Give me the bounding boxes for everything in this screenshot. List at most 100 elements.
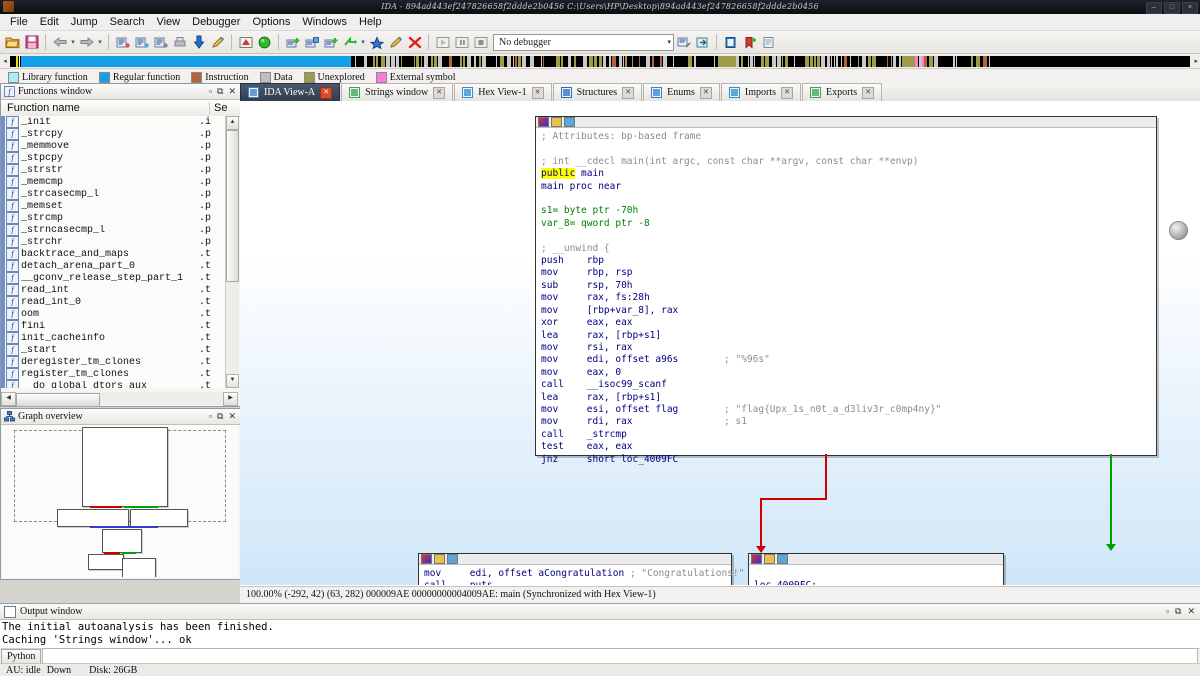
run-to-icon[interactable] <box>367 32 386 52</box>
signatures-icon[interactable] <box>759 32 778 52</box>
column-function-name[interactable]: Function name <box>1 102 210 114</box>
node-edit-icon[interactable] <box>764 554 775 564</box>
overview-float-icon[interactable]: ⧉ <box>217 411 223 422</box>
tab-close-icon[interactable]: ✕ <box>531 86 544 99</box>
pencil-icon[interactable] <box>208 32 227 52</box>
scrollbar-thumb[interactable] <box>16 392 100 407</box>
breakpoint-list-icon[interactable] <box>302 32 321 52</box>
graph-overview-canvas[interactable] <box>2 425 238 577</box>
scroll-track[interactable] <box>16 392 223 407</box>
output-restore-icon[interactable]: ▫ <box>1166 606 1169 617</box>
attach-process-icon[interactable] <box>674 32 693 52</box>
navigation-band[interactable]: ◂ ▸ <box>0 54 1200 69</box>
function-list-item[interactable]: f register_tm_clones .t <box>1 368 225 380</box>
function-list-item[interactable]: f _memset .p <box>1 200 225 212</box>
output-float-icon[interactable]: ⧉ <box>1175 606 1181 617</box>
menu-item-debugger[interactable]: Debugger <box>186 15 246 29</box>
function-list-item[interactable]: f _strstr .p <box>1 164 225 176</box>
tab-exports[interactable]: Exports ✕ <box>802 83 883 101</box>
debugger-options-icon[interactable] <box>693 32 712 52</box>
code-icon[interactable] <box>113 32 132 52</box>
breakpoint-icon[interactable] <box>283 32 302 52</box>
scroll-down-icon[interactable]: ▼ <box>226 374 239 388</box>
tab-enums[interactable]: Enums ✕ <box>643 83 720 101</box>
function-list-item[interactable]: f init_cacheinfo .t <box>1 332 225 344</box>
scroll-right-icon[interactable]: ▶ <box>223 391 238 406</box>
add-bookmark-icon[interactable] <box>740 32 759 52</box>
column-segment[interactable]: Se <box>210 102 240 114</box>
step-dropdown-icon[interactable]: ▾ <box>359 38 367 46</box>
graph-icon[interactable] <box>236 32 255 52</box>
functions-close-icon[interactable]: ✕ <box>228 86 236 97</box>
function-list-item[interactable]: f _memcmp .p <box>1 176 225 188</box>
functions-float-icon[interactable]: ⧉ <box>217 86 223 97</box>
menu-item-file[interactable]: File <box>4 15 34 29</box>
forward-dropdown-icon[interactable]: ▾ <box>96 38 104 46</box>
disassembly-graph-canvas[interactable]: ; Attributes: bp-based frame ; int __cde… <box>240 101 1200 585</box>
function-list-item[interactable]: f backtrace_and_maps .t <box>1 248 225 260</box>
struct-icon[interactable] <box>151 32 170 52</box>
menu-item-options[interactable]: Options <box>246 15 296 29</box>
node-color-icon[interactable] <box>421 554 432 564</box>
graph-node-congratulations[interactable]: mov edi, offset aCongratulation ; "Congr… <box>418 553 744 585</box>
menu-item-jump[interactable]: Jump <box>65 15 104 29</box>
scrollbar-thumb[interactable] <box>226 130 239 282</box>
data-icon[interactable] <box>132 32 151 52</box>
node-edit-icon[interactable] <box>551 117 562 127</box>
function-list-item[interactable]: f detach_arena_part_0 .t <box>1 260 225 272</box>
function-list-item[interactable]: f __gconv_release_step_part_1 .t <box>1 272 225 284</box>
menu-item-edit[interactable]: Edit <box>34 15 65 29</box>
tab-imports[interactable]: Imports ✕ <box>720 83 802 101</box>
function-list-item[interactable]: f oom .t <box>1 308 225 320</box>
function-list-item[interactable]: f _memmove .p <box>1 140 225 152</box>
nav-right-icon[interactable]: ▸ <box>1194 57 1198 65</box>
menu-item-view[interactable]: View <box>150 15 186 29</box>
local-types-icon[interactable] <box>721 32 740 52</box>
tab-strings-window[interactable]: Strings window ✕ <box>341 83 454 101</box>
node-color-icon[interactable] <box>538 117 549 127</box>
watch-icon[interactable] <box>386 32 405 52</box>
print-icon[interactable] <box>170 32 189 52</box>
output-close-icon[interactable]: ✕ <box>1187 606 1195 617</box>
scroll-left-icon[interactable]: ◀ <box>1 391 16 406</box>
graph-node-main[interactable]: ; Attributes: bp-based frame ; int __cde… <box>535 116 1157 465</box>
debugger-select[interactable]: No debugger ▾ <box>493 33 674 51</box>
run-icon[interactable] <box>433 32 452 52</box>
down-arrow-icon[interactable] <box>189 32 208 52</box>
navigation-strip[interactable] <box>10 55 1190 67</box>
tab-close-icon[interactable]: ✕ <box>781 86 794 99</box>
function-list-item[interactable]: f _strcmp .p <box>1 212 225 224</box>
node-group-icon[interactable] <box>447 554 458 564</box>
node-edit-icon[interactable] <box>434 554 445 564</box>
function-list-item[interactable]: f _strncasecmp_l .p <box>1 224 225 236</box>
tab-close-icon[interactable]: ✕ <box>320 86 333 99</box>
tab-close-icon[interactable]: ✕ <box>433 86 446 99</box>
minimize-icon[interactable]: – <box>1146 2 1162 14</box>
stop-icon[interactable] <box>405 32 424 52</box>
forward-arrow-icon[interactable] <box>77 32 96 52</box>
functions-restore-icon[interactable]: ▫ <box>209 86 212 97</box>
function-list-item[interactable]: f _init .i <box>1 116 225 128</box>
function-list-item[interactable]: f _strcasecmp_l .p <box>1 188 225 200</box>
tab-structures[interactable]: Structures ✕ <box>552 83 643 101</box>
trace-icon[interactable] <box>321 32 340 52</box>
stop-debug-icon[interactable] <box>471 32 490 52</box>
nav-left-icon[interactable]: ◂ <box>0 57 10 65</box>
pause-icon[interactable] <box>452 32 471 52</box>
tab-close-icon[interactable]: ✕ <box>699 86 712 99</box>
functions-column-header[interactable]: Function name Se <box>1 100 240 117</box>
node-group-icon[interactable] <box>564 117 575 127</box>
python-mode-button[interactable]: Python <box>1 649 42 664</box>
overview-restore-icon[interactable]: ▫ <box>209 411 212 422</box>
step-icon[interactable] <box>340 32 359 52</box>
tab-ida-view-a[interactable]: IDA View-A ✕ <box>240 83 341 101</box>
function-list-item[interactable]: f _strcpy .p <box>1 128 225 140</box>
function-list-item[interactable]: f _stpcpy .p <box>1 152 225 164</box>
functions-vertical-scrollbar[interactable]: ▲ ▼ <box>225 116 239 388</box>
menu-item-search[interactable]: Search <box>104 15 151 29</box>
function-list-item[interactable]: f __do_global_dtors_aux .t <box>1 380 225 388</box>
back-arrow-icon[interactable] <box>50 32 69 52</box>
overview-close-icon[interactable]: ✕ <box>228 411 236 422</box>
tab-hex-view-1[interactable]: Hex View-1 ✕ <box>454 83 552 101</box>
scroll-up-icon[interactable]: ▲ <box>226 116 239 130</box>
